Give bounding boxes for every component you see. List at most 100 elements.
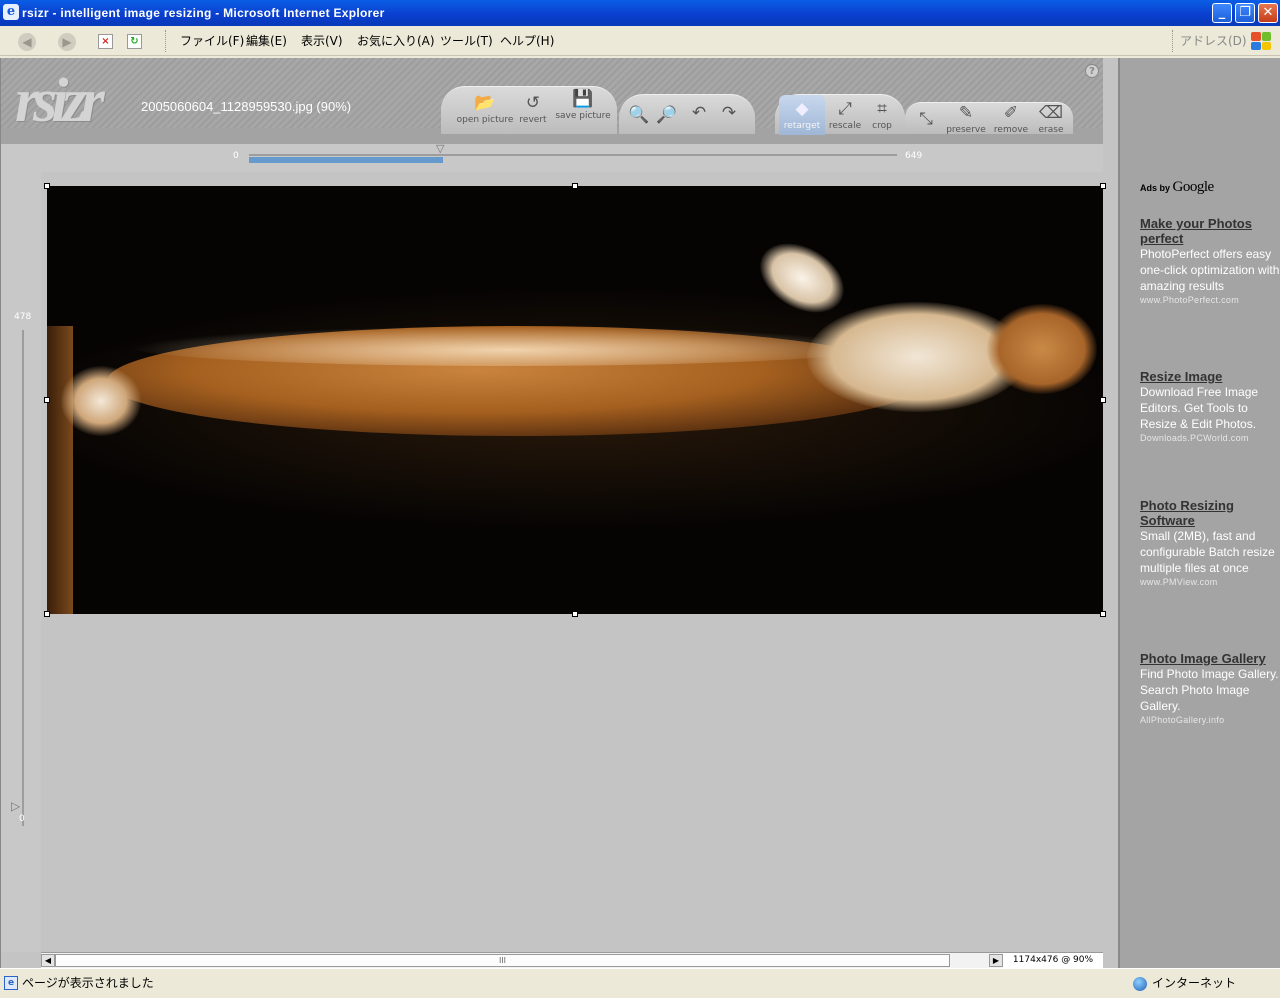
ad-body: Download Free Image Editors. Get Tools t… (1140, 385, 1259, 431)
scrollbar-thumb[interactable]: III (55, 954, 950, 967)
resize-handle-top[interactable] (572, 183, 578, 189)
refresh-icon[interactable]: ↻ (127, 34, 142, 49)
ad-item[interactable]: Resize Image Download Free Image Editors… (1140, 369, 1280, 444)
rescale-icon: ⤢ (838, 99, 852, 119)
width-slider-thumb[interactable]: ▽ (436, 143, 448, 155)
zoom-in-button[interactable]: 🔍 (627, 105, 651, 127)
back-icon[interactable]: ◀ (18, 33, 36, 51)
resize-handle-tr[interactable] (1100, 183, 1106, 189)
menu-file[interactable]: ファイル(F) (180, 33, 244, 49)
rotate-left-button[interactable]: ↶ (687, 103, 711, 125)
remove-brush-icon: ✐ (1003, 103, 1019, 123)
ad-item[interactable]: Photo Image Gallery Find Photo Image Gal… (1140, 651, 1280, 726)
resize-handle-right[interactable] (1100, 397, 1106, 403)
cat-photo-canvas[interactable] (47, 186, 1103, 614)
ad-title[interactable]: Photo Resizing Software (1140, 498, 1280, 528)
filename-label: 2005060604_1128959530.jpg (90%) (141, 99, 352, 114)
ad-title[interactable]: Photo Image Gallery (1140, 651, 1280, 666)
ad-body: Small (2MB), fast and configurable Batch… (1140, 529, 1275, 575)
internet-zone-globe-icon (1133, 977, 1147, 991)
erase-button[interactable]: ⌫ erase (1033, 103, 1069, 135)
crop-icon: ⌗ (877, 99, 887, 119)
security-zone-label: インターネット (1152, 976, 1237, 990)
height-slider[interactable]: 478 ▷ 0 (1, 172, 41, 952)
rotate-right-button[interactable]: ↷ (717, 103, 741, 125)
photo-cat-hindpaws (61, 366, 141, 436)
height-slider-max: 478 (14, 312, 32, 322)
menu-view[interactable]: 表示(V) (301, 33, 343, 49)
expand-button[interactable]: ⤡ (909, 109, 943, 131)
ads-sidebar: Ads by Google Make your Photos perfect P… (1118, 58, 1280, 968)
crop-button[interactable]: ⌗ crop (865, 99, 899, 131)
window-title: rsizr - intelligent image resizing - Mic… (22, 6, 385, 20)
menu-favorites[interactable]: お気に入り(A) (357, 33, 435, 49)
scroll-left-arrow-icon[interactable]: ◀ (41, 954, 55, 967)
stop-icon[interactable]: × (98, 34, 113, 49)
view-button-group: 🔍 🔎 ↶ ↷ (619, 94, 755, 134)
forward-icon[interactable]: ▶ (58, 33, 76, 51)
width-slider-min: 0 (233, 151, 239, 161)
address-label[interactable]: アドレス(D) (1180, 33, 1247, 49)
width-slider-track[interactable] (249, 154, 897, 156)
resize-handle-left[interactable] (44, 397, 50, 403)
width-slider-max: 649 (905, 151, 923, 161)
ad-title[interactable]: Make your Photos perfect (1140, 216, 1280, 246)
menu-tools[interactable]: ツール(T) (440, 33, 493, 49)
ie-statusbar: e ページが表示されました インターネット (0, 968, 1280, 998)
menu-edit[interactable]: 編集(E) (246, 33, 287, 49)
height-slider-track[interactable] (22, 330, 24, 826)
resize-handle-bl[interactable] (44, 611, 50, 617)
remove-button[interactable]: ✐ remove (991, 103, 1031, 135)
toolbar-separator (165, 30, 167, 52)
width-slider[interactable]: 0 ▽ 649 (1, 143, 1103, 172)
toolbar-separator (1172, 30, 1174, 52)
window-titlebar: e rsizr - intelligent image resizing - M… (0, 0, 1280, 26)
rescale-button[interactable]: ⤢ rescale (827, 99, 863, 131)
ad-title[interactable]: Resize Image (1140, 369, 1280, 384)
open-picture-button[interactable]: 📂 open picture (453, 93, 517, 125)
ad-item[interactable]: Make your Photos perfect PhotoPerfect of… (1140, 216, 1280, 306)
resize-handle-bottom[interactable] (572, 611, 578, 617)
preserve-brush-icon: ✎ (958, 103, 974, 123)
ad-url[interactable]: www.PMView.com (1140, 576, 1280, 588)
file-button-group: 📂 open picture ↺ revert 💾 save picture (441, 86, 617, 134)
ads-header[interactable]: Ads by Google (1140, 179, 1215, 195)
revert-icon: ↺ (525, 93, 541, 113)
ad-url[interactable]: www.PhotoPerfect.com (1140, 294, 1280, 306)
width-slider-fill (249, 157, 443, 163)
ad-url[interactable]: AllPhotoGallery.info (1140, 714, 1280, 726)
height-slider-thumb[interactable]: ▷ (11, 800, 20, 812)
ie-logo-icon: e (3, 4, 19, 20)
ie-menubar: ◀ ▶ × ↻ ファイル(F) 編集(E) 表示(V) お気に入り(A) ツール… (0, 26, 1280, 56)
app-toolbar: rsizr 2005060604_1128959530.jpg (90%) ? … (1, 58, 1103, 172)
close-button[interactable]: ✕ (1258, 3, 1278, 23)
ad-item[interactable]: Photo Resizing Software Small (2MB), fas… (1140, 498, 1280, 588)
retarget-icon: ◆ (795, 99, 809, 119)
expand-icon: ⤡ (919, 109, 933, 129)
retarget-button[interactable]: ◆ retarget (779, 95, 825, 135)
resize-handle-tl[interactable] (44, 183, 50, 189)
resize-handle-br[interactable] (1100, 611, 1106, 617)
height-slider-min: 0 (19, 814, 25, 824)
rotate-right-icon: ↷ (721, 103, 737, 123)
mode-button-group: ◆ retarget ⤢ rescale ⌗ crop (775, 94, 905, 135)
zoom-out-icon: 🔎 (656, 105, 678, 125)
preserve-button[interactable]: ✎ preserve (945, 103, 987, 135)
horizontal-scrollbar[interactable]: ◀ III ▶ (41, 952, 1003, 968)
ad-body: Find Photo Image Gallery. Search Photo I… (1140, 667, 1279, 713)
status-text: ページが表示されました (22, 976, 154, 990)
minimize-button[interactable]: _ (1212, 3, 1232, 23)
menu-help[interactable]: ヘルプ(H) (500, 33, 554, 49)
rsizr-app: rsizr 2005060604_1128959530.jpg (90%) ? … (0, 58, 1118, 968)
restore-button[interactable]: ❐ (1235, 3, 1255, 23)
ad-url[interactable]: Downloads.PCWorld.com (1140, 432, 1280, 444)
image-dimensions-readout: 1174x476 @ 90% (1003, 952, 1103, 968)
google-logo: Google (1172, 179, 1215, 195)
zoom-out-button[interactable]: 🔎 (655, 105, 679, 127)
revert-button[interactable]: ↺ revert (517, 93, 549, 125)
save-picture-button[interactable]: 💾 save picture (553, 89, 613, 121)
help-icon[interactable]: ? (1085, 64, 1099, 78)
rotate-left-icon: ↶ (691, 103, 707, 123)
brush-button-group: ⤡ ✎ preserve ✐ remove ⌫ erase (905, 102, 1073, 135)
scroll-right-arrow-icon[interactable]: ▶ (989, 954, 1003, 967)
